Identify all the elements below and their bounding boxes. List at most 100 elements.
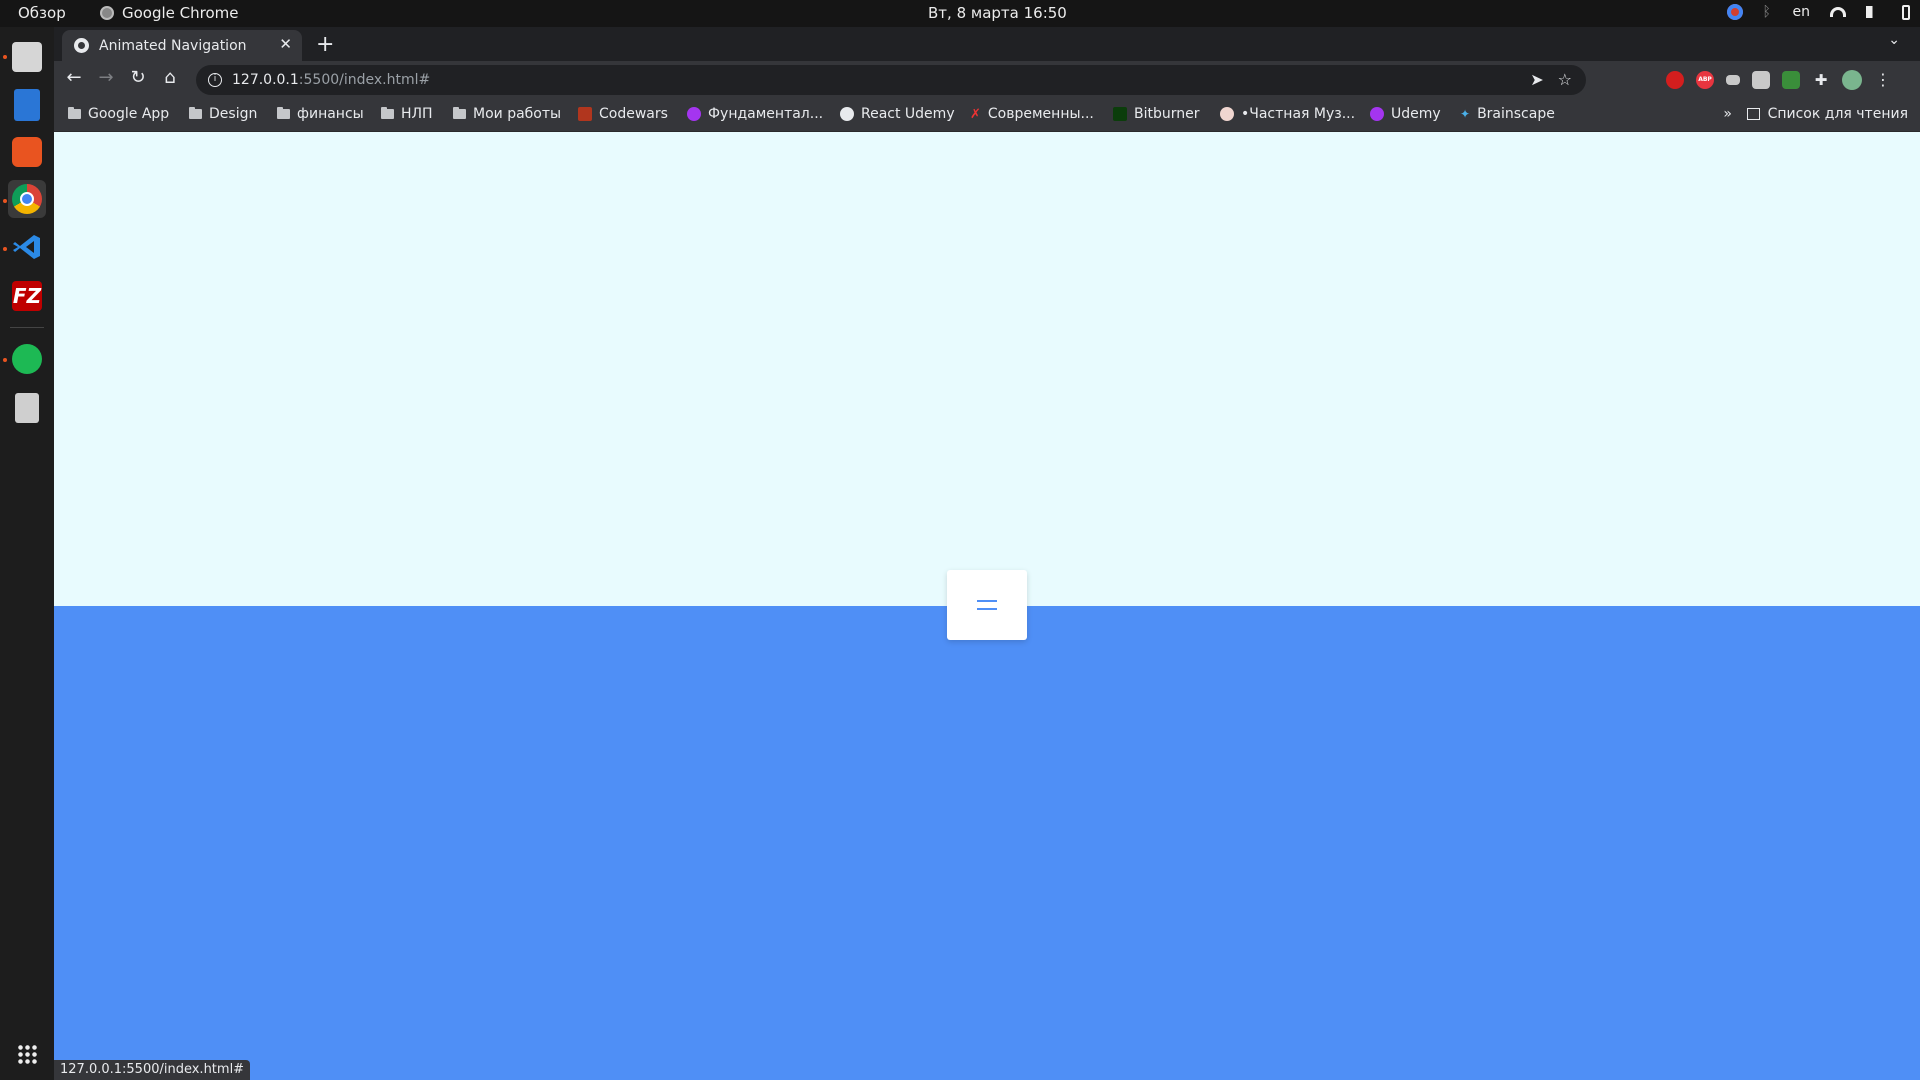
battery-icon[interactable] bbox=[1902, 4, 1910, 20]
filezilla-icon[interactable]: FZ bbox=[12, 281, 42, 311]
tab-animated-navigation[interactable]: Animated Navigation ✕ bbox=[62, 30, 302, 61]
extension-icon[interactable] bbox=[1752, 71, 1770, 89]
bookmark-item[interactable]: Фундаментал... bbox=[687, 106, 823, 122]
close-tab-icon[interactable]: ✕ bbox=[279, 35, 292, 53]
hamburger-icon bbox=[977, 600, 997, 602]
folder-icon bbox=[68, 107, 81, 119]
bookmark-star-icon[interactable]: ☆ bbox=[1558, 70, 1572, 89]
folder-icon bbox=[189, 107, 202, 119]
extensions-area: ABP ✚ ⋮ bbox=[1666, 70, 1892, 90]
bookmark-label: React Udemy bbox=[861, 106, 955, 122]
trash-icon[interactable] bbox=[15, 393, 39, 423]
bookmark-item[interactable]: ✦ Brainscape bbox=[1460, 106, 1555, 122]
new-tab-icon[interactable]: + bbox=[316, 32, 334, 57]
running-indicator bbox=[3, 199, 7, 203]
home-icon[interactable]: ⌂ bbox=[158, 67, 182, 88]
reload-icon[interactable]: ↻ bbox=[126, 67, 150, 88]
vscode-icon[interactable] bbox=[12, 232, 42, 262]
codewars-icon bbox=[578, 107, 592, 121]
reading-list-label: Список для чтения bbox=[1767, 106, 1908, 122]
extensions-puzzle-icon[interactable]: ✚ bbox=[1812, 71, 1830, 89]
bookmarks-bar: Google App Design финансы НЛП Мои работы… bbox=[54, 99, 1920, 132]
bookmark-label: Codewars bbox=[599, 106, 668, 122]
activities-button[interactable]: Обзор bbox=[18, 4, 66, 22]
bookmark-item[interactable]: финансы bbox=[277, 106, 364, 122]
bookmark-label: Google App bbox=[88, 106, 170, 122]
globe-icon bbox=[74, 38, 89, 53]
bookmarks-overflow-button[interactable]: » bbox=[1723, 106, 1732, 122]
running-indicator bbox=[3, 55, 7, 59]
keyboard-layout[interactable]: en bbox=[1793, 4, 1811, 20]
show-applications-icon[interactable] bbox=[17, 1044, 37, 1064]
dock: FZ bbox=[0, 27, 54, 1080]
adblock-plus-icon[interactable]: ABP bbox=[1696, 71, 1714, 89]
bookmark-item[interactable]: Udemy bbox=[1370, 106, 1441, 122]
udemy-icon bbox=[1370, 107, 1384, 121]
back-icon[interactable]: ← bbox=[62, 67, 86, 88]
app-menu-label: Google Chrome bbox=[122, 4, 239, 22]
running-indicator bbox=[3, 247, 7, 251]
reading-list-button[interactable]: Список для чтения bbox=[1746, 106, 1908, 122]
bluetooth-icon[interactable]: ᛒ bbox=[1763, 4, 1773, 20]
bookmark-label: НЛП bbox=[401, 106, 433, 122]
clock[interactable]: Вт, 8 марта 16:50 bbox=[928, 4, 1067, 22]
chrome-menu-icon[interactable]: ⋮ bbox=[1874, 71, 1892, 89]
bookmark-label: Фундаментал... bbox=[708, 106, 824, 122]
bookmark-item[interactable]: React Udemy bbox=[840, 106, 955, 122]
tab-strip: Animated Navigation ✕ + ⌄ bbox=[54, 27, 1920, 61]
reading-list-icon bbox=[1746, 108, 1760, 120]
site-info-icon[interactable]: i bbox=[208, 73, 222, 87]
files-icon[interactable] bbox=[12, 42, 42, 72]
adblock-icon[interactable] bbox=[1666, 71, 1684, 89]
browser-toolbar: ← → ↻ ⌂ i 127.0.0.1:5500/index.html# ➤ ☆… bbox=[54, 61, 1920, 99]
tab-search-icon[interactable]: ⌄ bbox=[1888, 32, 1900, 48]
status-bubble: 127.0.0.1:5500/index.html# bbox=[54, 1060, 251, 1080]
app-menu[interactable]: Google Chrome bbox=[100, 4, 239, 22]
chrome-icon[interactable] bbox=[12, 184, 42, 214]
bookmark-label: финансы bbox=[297, 106, 364, 122]
url-host: 127.0.0.1 bbox=[232, 72, 299, 88]
bookmark-item[interactable]: ✗ Современны... bbox=[970, 106, 1094, 122]
bookmark-item[interactable]: НЛП bbox=[381, 106, 433, 122]
bookmark-label: Design bbox=[209, 106, 258, 122]
chrome-small-icon bbox=[100, 6, 114, 20]
bookmark-item[interactable]: Bitburner bbox=[1113, 106, 1200, 122]
software-store-icon[interactable] bbox=[12, 137, 42, 167]
music-icon bbox=[1220, 107, 1234, 121]
folder-icon bbox=[277, 107, 290, 119]
document-icon[interactable] bbox=[14, 89, 40, 121]
send-tab-icon[interactable]: ➤ bbox=[1530, 70, 1543, 89]
bookmark-item[interactable]: Google App bbox=[68, 106, 169, 122]
extension-icon[interactable] bbox=[1782, 71, 1800, 89]
x-icon: ✗ bbox=[970, 106, 981, 122]
screen-recorder-icon[interactable] bbox=[1726, 4, 1743, 20]
bookmark-label: Современны... bbox=[987, 106, 1094, 122]
profile-avatar-icon[interactable] bbox=[1842, 70, 1862, 90]
page-viewport: 127.0.0.1:5500/index.html# bbox=[54, 132, 1920, 1080]
udemy-icon bbox=[687, 107, 701, 121]
hamburger-icon bbox=[977, 608, 997, 610]
bitburner-icon bbox=[1113, 107, 1127, 121]
bookmark-label: Мои работы bbox=[473, 106, 562, 122]
bookmark-label: Brainscape bbox=[1477, 106, 1555, 122]
nav-toggle-button[interactable] bbox=[947, 570, 1027, 640]
bookmark-label: Bitburner bbox=[1134, 106, 1200, 122]
forward-icon[interactable]: → bbox=[94, 67, 118, 88]
url-path: :5500/index.html# bbox=[298, 72, 431, 88]
bookmark-item[interactable]: Codewars bbox=[578, 106, 668, 122]
bookmark-label: Udemy bbox=[1391, 106, 1441, 122]
bookmark-item[interactable]: Мои работы bbox=[453, 106, 561, 122]
spotify-icon[interactable] bbox=[12, 344, 42, 374]
tab-title: Animated Navigation bbox=[99, 37, 247, 54]
page-bottom-section bbox=[54, 606, 1920, 1080]
bookmark-item[interactable]: •Частная Муз... bbox=[1220, 106, 1355, 122]
running-indicator bbox=[3, 358, 7, 362]
wifi-icon[interactable] bbox=[1830, 7, 1846, 17]
system-tray[interactable]: ᛒ en bbox=[1726, 4, 1910, 20]
folder-icon bbox=[381, 107, 394, 119]
extension-icon[interactable] bbox=[1726, 75, 1740, 85]
volume-icon[interactable] bbox=[1866, 6, 1882, 18]
brainscape-icon: ✦ bbox=[1460, 107, 1471, 121]
bookmark-item[interactable]: Design bbox=[189, 106, 257, 122]
address-bar[interactable]: i 127.0.0.1:5500/index.html# ➤ ☆ bbox=[196, 65, 1586, 95]
